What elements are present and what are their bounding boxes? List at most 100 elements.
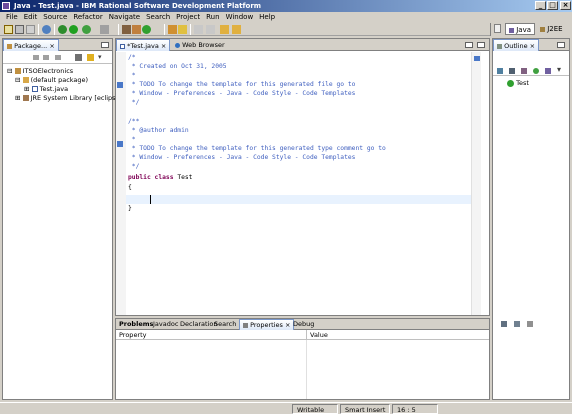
column-property[interactable]: Property <box>119 330 147 340</box>
menu-refactor[interactable]: Refactor <box>70 12 105 22</box>
status-bar: Writable Smart Insert 16 : 5 <box>0 402 572 414</box>
close-button[interactable]: × <box>560 1 571 10</box>
expand-icon[interactable]: ⊞ <box>24 85 29 93</box>
close-icon[interactable]: × <box>530 42 535 50</box>
tree-item-package[interactable]: ⊟ (default package) <box>15 76 88 85</box>
filter-icon[interactable] <box>514 321 520 327</box>
new-package-icon[interactable] <box>132 25 141 34</box>
build-icon[interactable] <box>42 25 51 34</box>
column-value[interactable]: Value <box>310 330 328 340</box>
outline-toolbar: ▾ <box>493 52 569 76</box>
print-icon[interactable] <box>26 25 35 34</box>
overview-ruler[interactable] <box>471 52 481 315</box>
tab-test-java[interactable]: *Test.java × <box>116 39 171 51</box>
perspective-j2ee[interactable]: J2EE <box>537 23 566 35</box>
menu-edit[interactable]: Edit <box>21 12 41 22</box>
next-annotation-icon[interactable] <box>194 25 203 34</box>
back-icon[interactable] <box>33 55 39 60</box>
collapse-all-icon[interactable] <box>75 54 82 61</box>
hide-static-icon[interactable] <box>521 68 527 74</box>
editor-gutter <box>116 52 126 315</box>
task-marker-icon[interactable] <box>117 141 123 147</box>
status-writable: Writable <box>292 404 338 414</box>
tab-debug[interactable]: Debug <box>290 319 317 330</box>
menu-search[interactable]: Search <box>143 12 173 22</box>
new-icon[interactable] <box>4 25 13 34</box>
column-divider <box>306 340 307 399</box>
menu-source[interactable]: Source <box>40 12 70 22</box>
code-line: } <box>128 205 132 212</box>
categories-icon[interactable] <box>501 321 507 327</box>
toolbar-separator <box>118 24 119 35</box>
minimize-view-icon[interactable] <box>465 42 473 48</box>
open-perspective-icon[interactable] <box>494 24 501 33</box>
tree-item-library[interactable]: ⊞ JRE System Library [eclipse] <box>15 94 122 103</box>
maximize-view-icon[interactable] <box>557 42 565 48</box>
code-line: /** <box>128 118 140 125</box>
hide-fields-icon[interactable] <box>509 68 515 74</box>
open-type-icon[interactable] <box>168 25 177 34</box>
view-menu-icon[interactable]: ▾ <box>98 54 105 61</box>
menu-window[interactable]: Window <box>223 12 257 22</box>
toolbar-separator <box>54 24 55 35</box>
task-marker-icon[interactable] <box>474 56 480 61</box>
close-icon[interactable]: × <box>49 42 54 50</box>
up-icon[interactable] <box>55 55 61 60</box>
tab-properties[interactable]: Properties × <box>239 319 295 330</box>
hide-local-types-icon[interactable] <box>545 68 551 74</box>
maximize-view-icon[interactable] <box>477 42 485 48</box>
text-cursor <box>150 195 151 204</box>
new-project-icon[interactable] <box>122 25 131 34</box>
sort-icon[interactable] <box>497 68 503 74</box>
close-icon[interactable]: × <box>161 42 166 50</box>
project-icon <box>14 68 21 74</box>
outline-item-test[interactable]: Test <box>507 79 529 88</box>
code-line: /* <box>128 54 136 61</box>
collapse-icon[interactable]: ⊟ <box>15 76 20 84</box>
view-menu-icon[interactable]: ▾ <box>557 66 565 74</box>
back-icon[interactable] <box>220 25 229 34</box>
perspective-bar: Java J2EE <box>490 23 572 36</box>
menu-file[interactable]: File <box>3 12 21 22</box>
forward-icon[interactable] <box>43 55 49 60</box>
status-cursor-position: 16 : 5 <box>392 404 438 414</box>
search-icon[interactable] <box>178 25 187 34</box>
run-external-icon[interactable] <box>82 25 91 34</box>
package-explorer-icon <box>7 43 12 49</box>
tab-outline[interactable]: Outline × <box>493 39 540 51</box>
link-editor-icon[interactable] <box>87 54 94 61</box>
tree-item-file[interactable]: ⊞ Test.java <box>24 85 68 94</box>
tab-package-explorer[interactable]: Package... × <box>3 39 59 51</box>
properties-icon <box>243 322 248 328</box>
debug-icon[interactable] <box>58 25 67 34</box>
maximize-view-icon[interactable] <box>101 42 109 48</box>
j2ee-perspective-icon <box>540 26 545 32</box>
previous-annotation-icon[interactable] <box>206 25 215 34</box>
maximize-button[interactable]: □ <box>547 1 558 10</box>
perspective-java[interactable]: Java <box>505 23 536 35</box>
menu-help[interactable]: Help <box>256 12 278 22</box>
forward-icon[interactable] <box>232 25 241 34</box>
hide-nonpublic-icon[interactable] <box>533 68 539 74</box>
menu-navigate[interactable]: Navigate <box>106 12 143 22</box>
code-line: * <box>128 72 136 79</box>
toolbar-separator <box>164 24 165 35</box>
menu-project[interactable]: Project <box>173 12 203 22</box>
tab-search[interactable]: Search <box>211 319 239 330</box>
run-icon[interactable] <box>69 25 78 34</box>
minimize-button[interactable]: _ <box>535 1 546 10</box>
expand-icon[interactable]: ⊞ <box>15 94 20 102</box>
server-icon[interactable] <box>100 25 109 34</box>
task-marker-icon[interactable] <box>117 82 123 88</box>
toolbar-separator <box>190 24 191 35</box>
tree-item-project[interactable]: ⊟ ITSOElectronics <box>7 67 73 76</box>
collapse-icon[interactable]: ⊟ <box>7 67 12 75</box>
restore-default-icon[interactable] <box>527 321 533 327</box>
save-icon[interactable] <box>15 25 24 34</box>
menu-run[interactable]: Run <box>203 12 222 22</box>
column-divider[interactable] <box>306 330 307 340</box>
package-icon <box>22 77 29 83</box>
window-title: Java - Test.java - IBM Rational Software… <box>14 2 262 10</box>
tab-web-browser[interactable]: Web Browser <box>172 39 228 51</box>
new-class-icon[interactable] <box>142 25 151 34</box>
